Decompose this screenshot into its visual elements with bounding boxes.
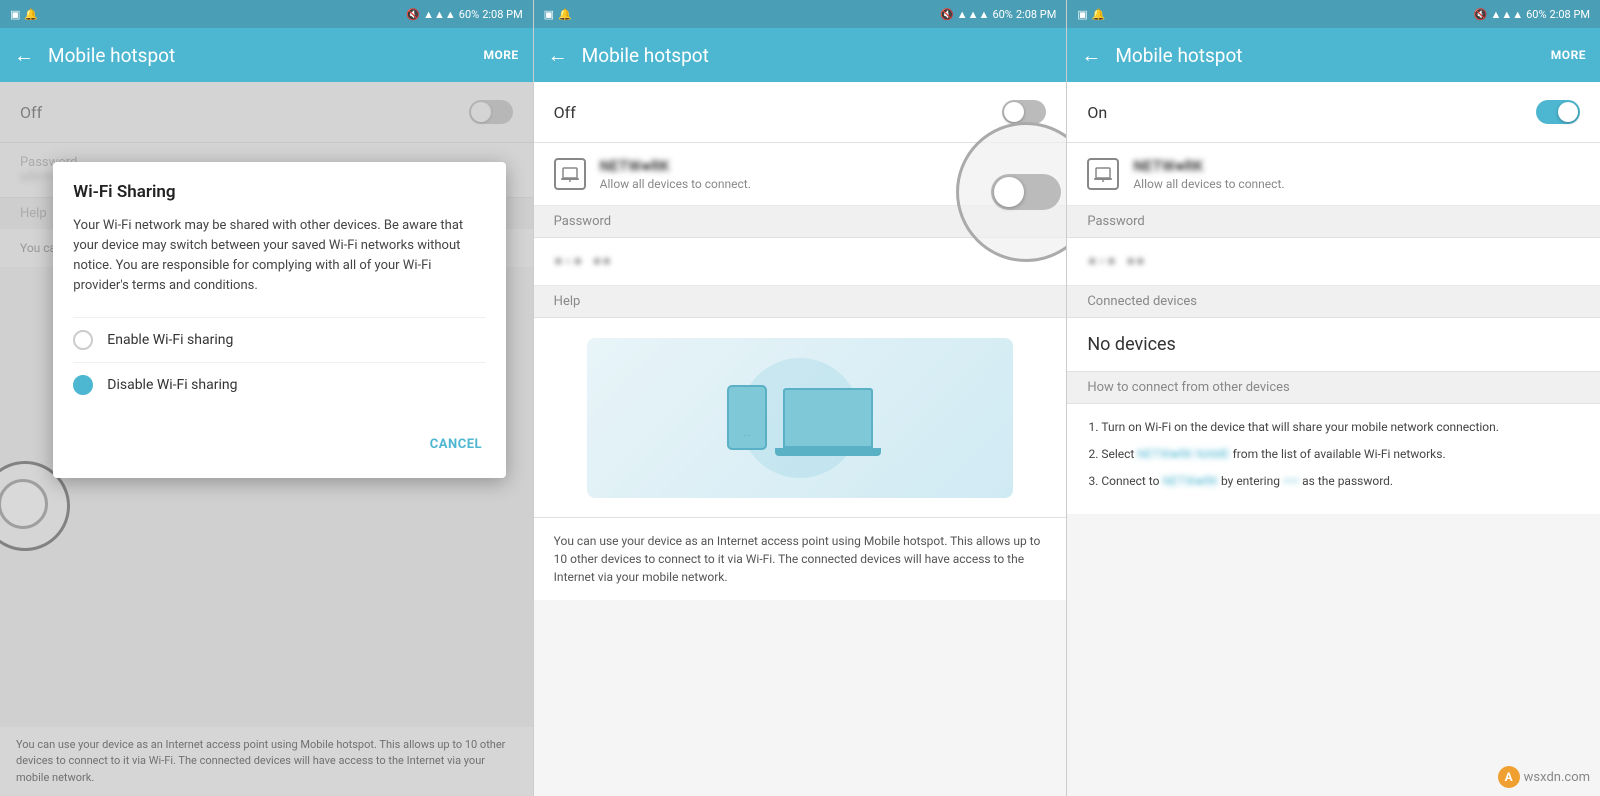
top-bar-1: ← Mobile hotspot MORE <box>0 28 533 82</box>
sim-icon-3: ▣ <box>1077 8 1087 21</box>
panel3-content: On NETW●RK Allow all devices to connect.… <box>1067 82 1600 796</box>
more-button-3[interactable]: MORE <box>1551 48 1586 62</box>
watermark-icon: A <box>1498 766 1520 788</box>
more-button-1[interactable]: MORE <box>483 48 518 62</box>
status-right-2: 🔇 ▲▲▲ 60% 2:08 PM <box>940 8 1056 21</box>
top-bar-2: ← Mobile hotspot <box>534 28 1067 82</box>
how-to-content: Turn on Wi-Fi on the device that will sh… <box>1067 404 1600 514</box>
notification-icon: 🔔 <box>24 8 38 21</box>
panel2-content: Off NETW●RK Allow all devices to connect… <box>534 82 1067 796</box>
watermark: A wsxdn.com <box>1498 766 1590 788</box>
mute-icon-3: 🔇 <box>1474 8 1488 21</box>
connected-devices-section-label: Connected devices <box>1067 286 1600 318</box>
toggle-switch-3[interactable] <box>1536 100 1580 124</box>
back-arrow-1[interactable]: ← <box>14 43 34 68</box>
back-arrow-3[interactable]: ← <box>1081 43 1101 68</box>
ssid-name-3: NETW●RK <box>1133 157 1580 175</box>
ssid-sub-3: Allow all devices to connect. <box>1133 177 1580 191</box>
help-image-2 <box>534 318 1067 518</box>
status-bar-1: ▣ 🔔 🔇 ▲▲▲ 60% 2:08 PM <box>0 0 533 28</box>
status-right-icons: 🔇 ▲▲▲ 60% 2:08 PM <box>406 8 522 21</box>
dialog-body: Your Wi-Fi network may be shared with ot… <box>73 216 486 297</box>
notification-icon-2: 🔔 <box>558 8 572 21</box>
password-value-2: •·• •• <box>554 252 1047 271</box>
status-bar-3: ▣ 🔔 🔇 ▲▲▲ 60% 2:08 PM <box>1067 0 1600 28</box>
device-laptop-icon <box>783 388 873 448</box>
enable-option-label: Enable Wi-Fi sharing <box>107 332 233 348</box>
panel-3: ▣ 🔔 🔇 ▲▲▲ 60% 2:08 PM ← Mobile hotspot M… <box>1067 0 1600 796</box>
disable-wifi-sharing-option[interactable]: Disable Wi-Fi sharing <box>73 362 486 407</box>
toggle-knob-3 <box>1558 102 1578 122</box>
enable-option-dot <box>73 330 93 350</box>
status-right-3: 🔇 ▲▲▲ 60% 2:08 PM <box>1474 8 1590 21</box>
cancel-button[interactable]: CANCEL <box>426 431 486 458</box>
page-title-1: Mobile hotspot <box>48 44 483 67</box>
toggle-knob-2 <box>1004 102 1024 122</box>
panel-1: ▣ 🔔 🔇 ▲▲▲ 60% 2:08 PM ← Mobile hotspot M… <box>0 0 534 796</box>
signal-icon: ▲▲▲ <box>423 8 456 21</box>
ssid-text-3: NETW●RK Allow all devices to connect. <box>1133 157 1580 191</box>
help-label-2: Help <box>534 286 1067 318</box>
panel1-content: Off Password vX•••• •• Help You can use … <box>0 82 533 796</box>
wifi-sharing-dialog: Wi-Fi Sharing Your Wi-Fi network may be … <box>53 162 506 478</box>
how-to-step-3: Connect to NETW●RK by entering •••• as t… <box>1101 472 1580 491</box>
password-value-3: •·• •• <box>1087 252 1580 271</box>
sim-icon-2: ▣ <box>544 8 554 21</box>
dialog-title: Wi-Fi Sharing <box>73 182 486 202</box>
signal-icon-2: ▲▲▲ <box>957 8 990 21</box>
disable-option-label: Disable Wi-Fi sharing <box>107 377 237 393</box>
time-display-2: 2:08 PM <box>1016 8 1056 21</box>
enable-wifi-sharing-option[interactable]: Enable Wi-Fi sharing <box>73 317 486 362</box>
battery-text-2: 60% <box>992 8 1012 21</box>
no-devices-text: No devices <box>1067 318 1600 372</box>
device-phone-icon <box>727 385 767 450</box>
status-left-icons: ▣ 🔔 <box>10 8 38 21</box>
disable-option-dot <box>73 375 93 395</box>
status-bar-2: ▣ 🔔 🔇 ▲▲▲ 60% 2:08 PM <box>534 0 1067 28</box>
mute-icon: 🔇 <box>406 8 420 21</box>
help-text-block-2: You can use your device as an Internet a… <box>534 518 1067 600</box>
password-row-3: •·• •• <box>1067 238 1600 286</box>
page-title-2: Mobile hotspot <box>582 44 1053 67</box>
ssid-icon-2 <box>554 158 586 190</box>
how-to-section-label: How to connect from other devices <box>1067 372 1600 404</box>
mute-icon-2: 🔇 <box>940 8 954 21</box>
time-display-3: 2:08 PM <box>1550 8 1590 21</box>
how-to-step-1: Turn on Wi-Fi on the device that will sh… <box>1101 418 1580 437</box>
toggle-label-3: On <box>1087 103 1107 122</box>
back-arrow-2[interactable]: ← <box>548 43 568 68</box>
time-display: 2:08 PM <box>482 8 522 21</box>
status-left-3: ▣ 🔔 <box>1077 8 1105 21</box>
top-bar-3: ← Mobile hotspot MORE <box>1067 28 1600 82</box>
password-section-label-3: Password <box>1067 206 1600 238</box>
toggle-switch-2[interactable] <box>1002 100 1046 124</box>
battery-text: 60% <box>459 8 479 21</box>
notification-icon-3: 🔔 <box>1092 8 1106 21</box>
status-left-2: ▣ 🔔 <box>544 8 572 21</box>
toggle-label-2: Off <box>554 103 576 122</box>
battery-text-3: 60% <box>1526 8 1546 21</box>
toggle-callout-knob <box>994 177 1024 207</box>
signal-icon-3: ▲▲▲ <box>1490 8 1523 21</box>
network-name-blurred-1: NETW●RK NAME <box>1137 445 1229 464</box>
toggle-row-3: On <box>1067 82 1600 143</box>
toggle-inside-callout <box>991 174 1061 210</box>
page-title-3: Mobile hotspot <box>1115 44 1550 67</box>
sim-icon: ▣ <box>10 8 20 21</box>
network-name-blurred-2: NETW●RK <box>1162 472 1218 491</box>
ssid-row-3: NETW●RK Allow all devices to connect. <box>1067 143 1600 206</box>
password-blurred: •••• <box>1283 472 1299 491</box>
watermark-text: wsxdn.com <box>1524 770 1590 785</box>
dialog-actions: CANCEL <box>73 421 486 458</box>
how-to-step-2: Select NETW●RK NAME from the list of ava… <box>1101 445 1580 464</box>
panel-2: ▣ 🔔 🔇 ▲▲▲ 60% 2:08 PM ← Mobile hotspot O… <box>534 0 1068 796</box>
ssid-icon-3 <box>1087 158 1119 190</box>
